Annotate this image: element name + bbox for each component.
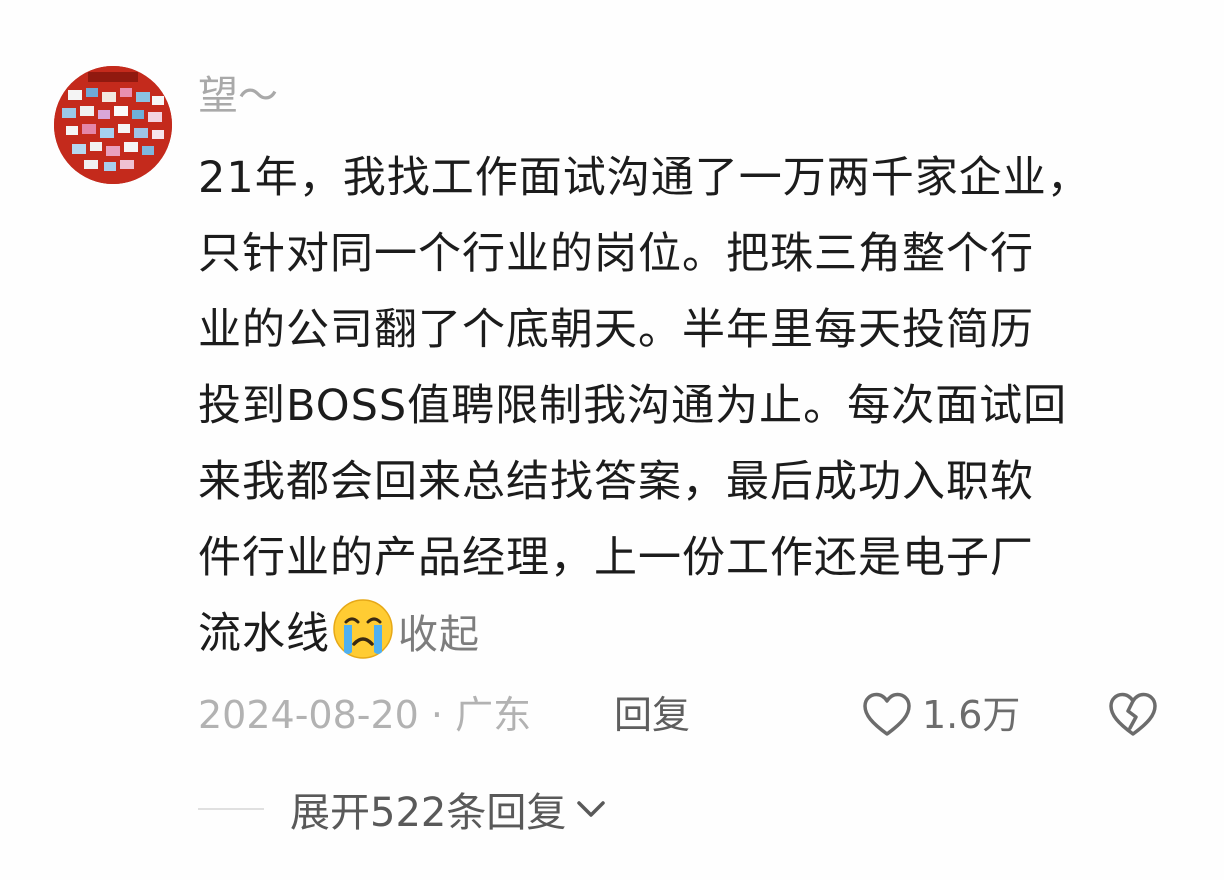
comment-line: 业的公司翻了个底朝天。半年里每天投简历 [198,305,1034,355]
like-button[interactable]: 1.6万 [862,690,1020,740]
comment-line: 投到BOSS值聘限制我沟通为止。每次面试回 [198,381,1068,431]
avatar[interactable] [54,66,172,184]
divider [198,808,264,810]
chevron-down-icon [577,801,606,817]
comment-line: 只针对同一个行业的岗位。把珠三角整个行 [198,229,1034,279]
expand-replies-button[interactable]: 展开522条回复 [198,784,606,836]
comment-line: 21年，我找工作面试沟通了一万两千家企业， [198,153,1091,203]
collapse-link[interactable]: 收起 [398,612,480,658]
reply-button[interactable]: 回复 [614,690,690,740]
comment-line: 来我都会回来总结找答案，最后成功入职软 [198,457,1034,507]
dislike-button[interactable] [1108,692,1158,750]
comment-last-line: 流水线 收起 [198,596,1188,673]
heart-icon [863,692,911,736]
crying-face-icon [332,598,394,660]
like-count: 1.6万 [922,693,1021,737]
broken-heart-icon [1109,692,1157,736]
username[interactable]: 望～ [198,72,278,120]
comment-line-end: 流水线 [198,609,330,659]
comment-card: 望～ 21年，我找工作面试沟通了一万两千家企业， 只针对同一个行业的岗位。把珠三… [0,0,1224,880]
comment-line: 件行业的产品经理，上一份工作还是电子厂 [198,533,1034,583]
expand-replies-label: 展开522条回复 [290,790,567,836]
comment-text: 21年，我找工作面试沟通了一万两千家企业， 只针对同一个行业的岗位。把珠三角整个… [198,140,1188,673]
comment-meta: 2024-08-20 · 广东 回复 1.6万 [198,690,1178,740]
date-location: 2024-08-20 · 广东 [198,693,532,737]
